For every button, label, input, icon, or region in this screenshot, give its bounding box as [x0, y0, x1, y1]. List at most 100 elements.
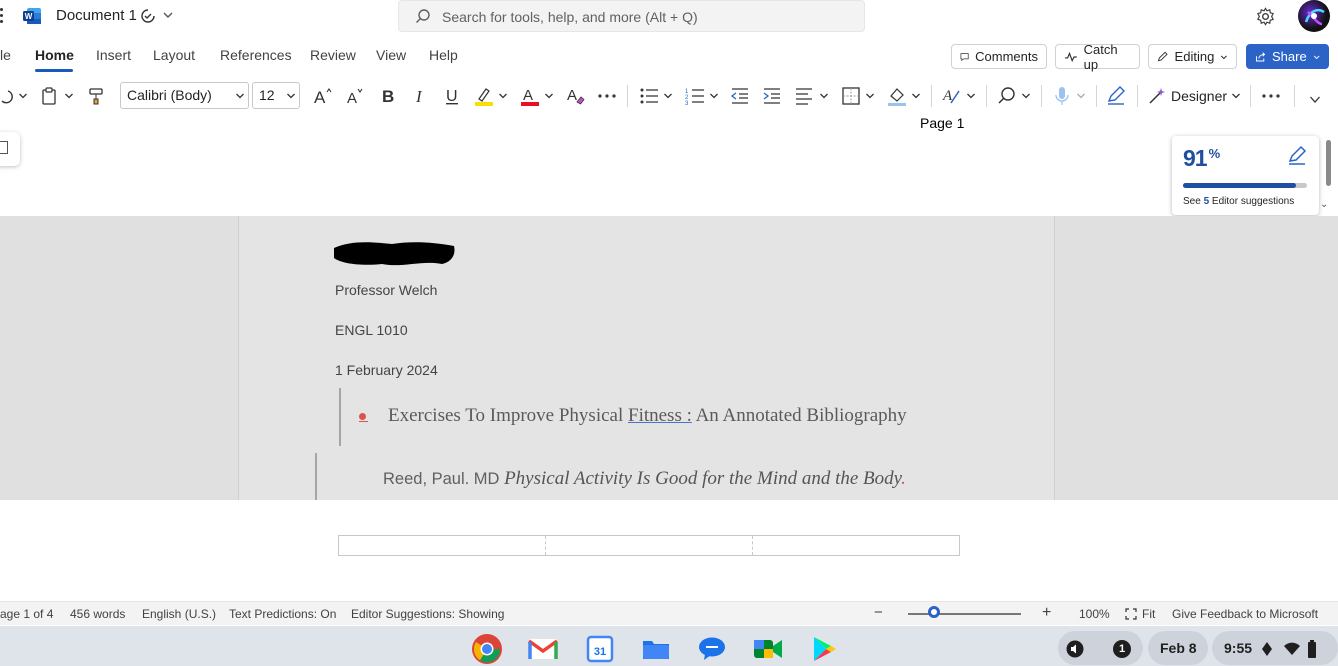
underline-icon[interactable]: U	[441, 85, 463, 107]
comments-button[interactable]: Comments	[951, 44, 1047, 69]
tab-review[interactable]: Review	[310, 47, 356, 63]
numbering-icon[interactable]: 123	[684, 85, 706, 107]
paste-icon[interactable]	[38, 85, 60, 107]
shelf-date[interactable]: Feb 8	[1160, 640, 1197, 656]
zoom-level[interactable]: 100%	[1079, 607, 1110, 621]
vertical-scrollbar[interactable]	[1326, 140, 1331, 186]
bold-icon[interactable]: B	[377, 85, 399, 107]
editing-mode-button[interactable]: Editing	[1148, 44, 1237, 69]
more-options-icon[interactable]	[1260, 85, 1282, 107]
zoom-slider-thumb[interactable]	[928, 606, 940, 618]
fit-button[interactable]: Fit	[1142, 607, 1155, 621]
shrink-font-icon[interactable]: A	[345, 85, 367, 107]
notification-badge[interactable]: 1	[1113, 640, 1131, 658]
gear-icon[interactable]	[1256, 7, 1275, 26]
chevron-down-icon[interactable]	[1231, 91, 1241, 101]
search-input[interactable]: Search for tools, help, and more (Alt + …	[398, 0, 865, 32]
word-icon[interactable]: W	[23, 8, 41, 24]
zoom-in-button[interactable]: +	[1042, 604, 1051, 622]
font-color-icon[interactable]: A	[519, 85, 541, 107]
chevron-down-icon[interactable]	[966, 91, 976, 101]
chevron-down-icon[interactable]	[1076, 91, 1086, 101]
navigation-pane-toggle[interactable]	[0, 132, 20, 166]
editor-icon[interactable]	[1105, 85, 1127, 107]
designer-icon[interactable]	[1146, 85, 1168, 107]
app-launcher-icon[interactable]	[0, 8, 4, 26]
find-icon[interactable]	[996, 85, 1018, 107]
tab-references[interactable]: References	[220, 47, 292, 63]
doc-course[interactable]: ENGL 1010	[335, 322, 408, 338]
borders-icon[interactable]	[840, 85, 862, 107]
font-name-select[interactable]: Calibri (Body)	[120, 82, 249, 109]
doc-heading[interactable]: Exercises To Improve Physical Fitness : …	[388, 405, 907, 427]
collapse-ribbon-icon[interactable]	[1309, 95, 1321, 105]
chevron-down-icon[interactable]	[709, 91, 719, 101]
increase-indent-icon[interactable]	[761, 85, 783, 107]
pulse-icon	[1064, 51, 1077, 62]
chevron-down-icon[interactable]	[911, 91, 921, 101]
chevron-down-icon[interactable]	[286, 91, 296, 101]
tab-view[interactable]: View	[376, 47, 406, 63]
italic-icon[interactable]: I	[409, 85, 431, 107]
doc-professor[interactable]: Professor Welch	[335, 282, 437, 298]
scroll-down-icon[interactable]: ⌄	[1320, 199, 1328, 210]
editor-suggestions-status[interactable]: Editor Suggestions: Showing	[351, 607, 504, 621]
chevron-down-icon	[1313, 55, 1320, 59]
dictate-icon[interactable]	[1051, 85, 1073, 107]
avatar[interactable]	[1298, 0, 1330, 32]
save-status-icon[interactable]	[140, 7, 156, 25]
catch-up-button[interactable]: Catch up	[1055, 42, 1140, 72]
clear-formatting-icon[interactable]: A	[565, 85, 587, 107]
zoom-slider-track[interactable]	[908, 613, 1021, 615]
gmail-icon[interactable]	[527, 633, 559, 665]
chevron-down-icon[interactable]	[162, 9, 174, 21]
footer-table[interactable]	[338, 535, 960, 556]
styles-icon[interactable]: A	[941, 85, 963, 107]
play-store-icon[interactable]	[808, 633, 840, 665]
chevron-down-icon[interactable]	[64, 91, 74, 101]
decrease-indent-icon[interactable]	[729, 85, 751, 107]
language-status[interactable]: English (U.S.)	[142, 607, 216, 621]
shading-icon[interactable]	[886, 85, 908, 107]
chevron-down-icon[interactable]	[235, 91, 245, 101]
audio-icon[interactable]	[1066, 640, 1084, 658]
chevron-down-icon[interactable]	[1021, 91, 1031, 101]
feedback-link[interactable]: Give Feedback to Microsoft	[1172, 607, 1318, 621]
tab-insert[interactable]: Insert	[96, 47, 131, 63]
designer-label[interactable]: Designer	[1171, 88, 1227, 104]
meet-icon[interactable]	[752, 633, 784, 665]
calendar-icon[interactable]: 31	[584, 633, 616, 665]
format-painter-icon[interactable]	[86, 85, 108, 107]
chevron-down-icon[interactable]	[865, 91, 875, 101]
text-predictions-status[interactable]: Text Predictions: On	[229, 607, 336, 621]
bullets-icon[interactable]	[638, 85, 660, 107]
chevron-down-icon[interactable]	[819, 91, 829, 101]
chrome-icon[interactable]	[471, 633, 503, 665]
tab-file[interactable]: le	[0, 47, 11, 63]
tab-home[interactable]: Home	[35, 47, 74, 63]
doc-date[interactable]: 1 February 2024	[335, 362, 438, 378]
more-font-options-icon[interactable]	[596, 85, 618, 107]
chat-icon[interactable]	[696, 633, 728, 665]
tab-layout[interactable]: Layout	[153, 47, 195, 63]
grow-font-icon[interactable]: A	[312, 85, 334, 107]
editor-score-card[interactable]: 91% See 5 Editor suggestions	[1172, 136, 1319, 215]
doc-citation[interactable]: Reed, Paul. MD Physical Activity Is Good…	[383, 468, 906, 490]
files-icon[interactable]	[640, 633, 672, 665]
tab-help[interactable]: Help	[429, 47, 458, 63]
see-suggestions-link[interactable]: See 5 Editor suggestions	[1183, 196, 1294, 207]
chevron-down-icon[interactable]	[498, 91, 508, 101]
undo-icon[interactable]	[0, 85, 16, 107]
document-title[interactable]: Document 1	[56, 7, 137, 24]
fit-icon[interactable]	[1125, 608, 1137, 620]
word-count[interactable]: 456 words	[70, 607, 125, 621]
page-count[interactable]: age 1 of 4	[0, 607, 53, 621]
share-button[interactable]: Share	[1246, 44, 1329, 69]
highlight-icon[interactable]	[473, 85, 495, 107]
align-left-icon[interactable]	[793, 85, 815, 107]
shelf-time[interactable]: 9:55	[1224, 640, 1252, 656]
chevron-down-icon[interactable]	[18, 91, 28, 101]
chevron-down-icon[interactable]	[663, 91, 673, 101]
chevron-down-icon[interactable]	[544, 91, 554, 101]
zoom-out-button[interactable]: −	[874, 604, 883, 621]
